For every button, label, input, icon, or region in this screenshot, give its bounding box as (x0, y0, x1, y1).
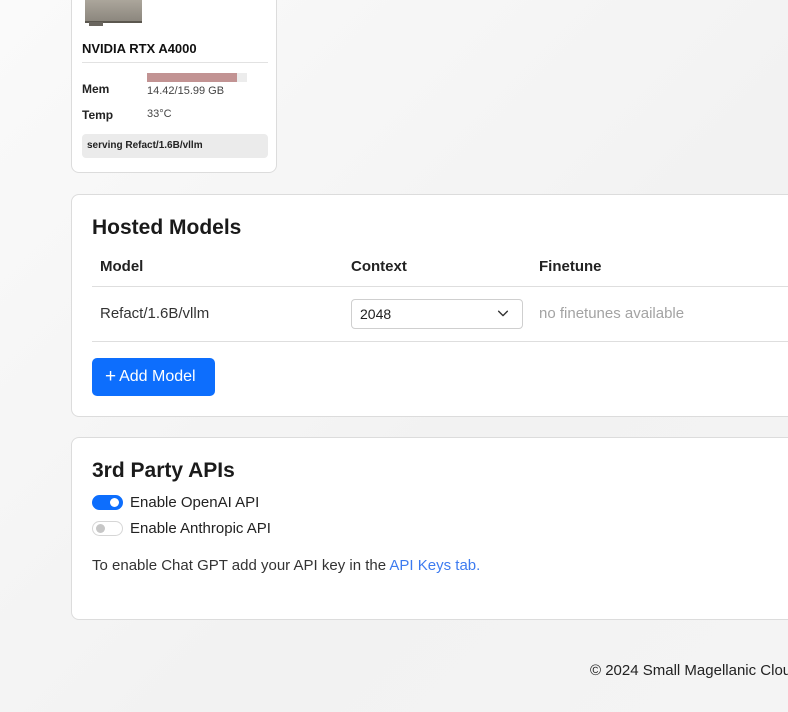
table-divider (92, 341, 788, 342)
gpu-mem-bar (147, 73, 247, 82)
column-header-finetune: Finetune (539, 258, 602, 275)
chevron-down-icon (497, 310, 509, 317)
api-keys-note: To enable Chat GPT add your API key in t… (92, 557, 480, 574)
context-select-value: 2048 (360, 306, 392, 322)
openai-toggle-row: Enable OpenAI API (92, 492, 259, 512)
hosted-models-panel: Hosted Models Model Context Finetune Ref… (71, 194, 788, 417)
gpu-temp-value: 33°C (147, 108, 172, 120)
toggle-knob (110, 497, 119, 507)
gpu-image (85, 0, 142, 26)
gpu-mem-label: Mem (82, 82, 110, 96)
anthropic-toggle-row: Enable Anthropic API (92, 518, 271, 538)
gpu-divider (82, 62, 268, 63)
gpu-temp-label: Temp (82, 108, 114, 122)
table-divider (92, 286, 788, 287)
third-party-apis-panel: 3rd Party APIs Enable OpenAI API Enable … (71, 437, 788, 620)
context-select[interactable]: 2048 (351, 299, 523, 329)
add-model-button[interactable]: + Add Model (92, 358, 215, 396)
gpu-mem-bar-fill (147, 73, 237, 82)
model-name-cell: Refact/1.6B/vllm (100, 305, 210, 322)
anthropic-toggle-label: Enable Anthropic API (130, 519, 271, 537)
api-keys-note-text: To enable Chat GPT add your API key in t… (92, 557, 390, 574)
finetune-cell: no finetunes available (539, 305, 685, 322)
footer-copyright: © 2024 Small Magellanic Cloud (590, 662, 788, 679)
hosted-models-title: Hosted Models (92, 216, 242, 239)
plus-icon: + (105, 366, 117, 387)
add-model-label: Add Model (119, 368, 196, 385)
gpu-status-badge: serving Refact/1.6B/vllm (82, 134, 268, 158)
column-header-model: Model (100, 258, 144, 275)
third-party-apis-title: 3rd Party APIs (92, 459, 235, 482)
anthropic-toggle[interactable] (92, 520, 123, 536)
gpu-card: NVIDIA RTX A4000 Mem 14.42/15.99 GB Temp… (71, 0, 277, 173)
toggle-knob (96, 523, 105, 533)
api-keys-tab-link[interactable]: API Keys tab. (389, 557, 480, 574)
gpu-name: NVIDIA RTX A4000 (82, 41, 197, 56)
gpu-mem-value: 14.42/15.99 GB (147, 85, 225, 97)
openai-toggle[interactable] (92, 494, 123, 510)
column-header-context: Context (351, 258, 407, 275)
openai-toggle-label: Enable OpenAI API (130, 493, 260, 511)
